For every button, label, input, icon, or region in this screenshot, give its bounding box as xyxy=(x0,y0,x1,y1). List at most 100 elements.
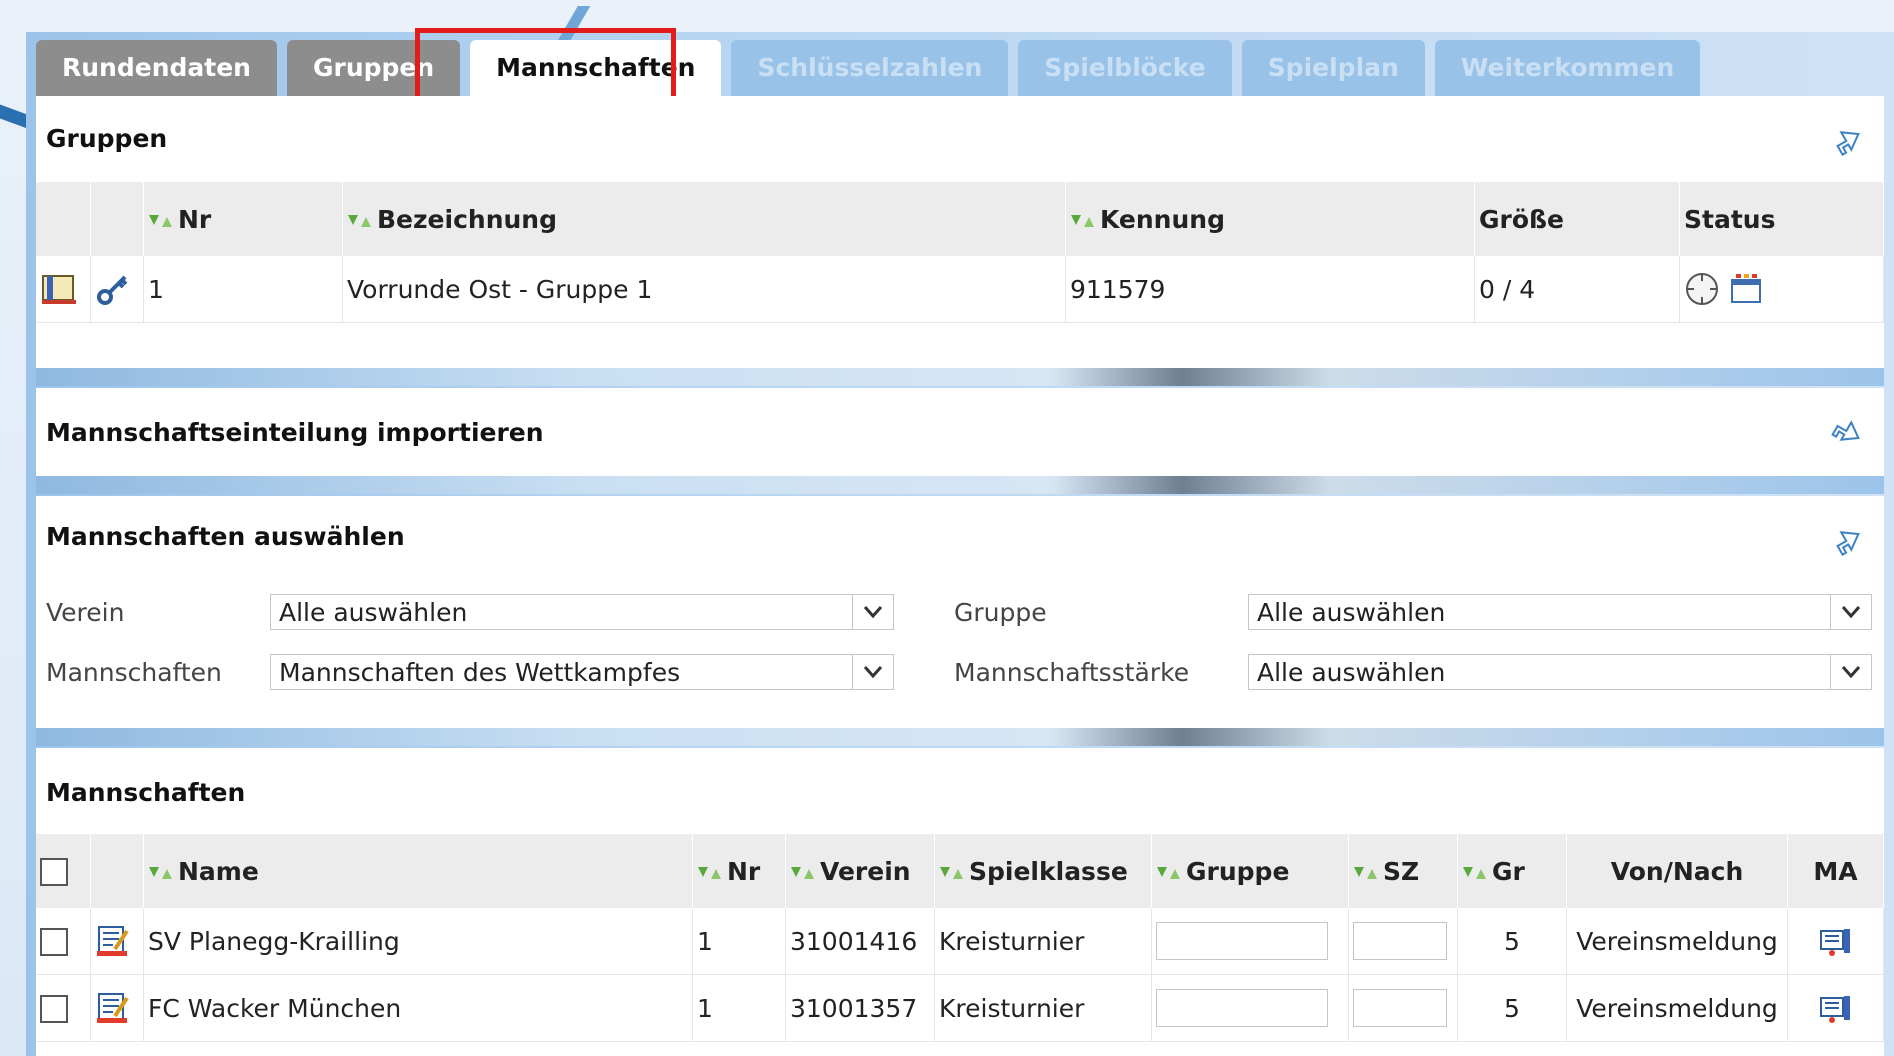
header-kennung[interactable]: Kennung xyxy=(1100,205,1225,234)
mannschaftsstaerke-select-value: Alle auswählen xyxy=(1257,658,1446,687)
header-ma: MA xyxy=(1787,834,1884,908)
mannschaften-header-row: Name Nr Verein Spielklasse Gruppe SZ Gr … xyxy=(36,834,1884,908)
header-name[interactable]: Name xyxy=(178,857,259,886)
sz-input[interactable] xyxy=(1353,989,1447,1027)
header-groesse: Größe xyxy=(1474,182,1680,256)
panel-divider xyxy=(36,728,1884,746)
calendar-icon[interactable] xyxy=(1728,271,1764,307)
tab-schluesselzahlen: Schlüsselzahlen xyxy=(731,40,1009,96)
mannschaften-panel: Mannschaften Name Nr Verein Spielklasse … xyxy=(36,748,1884,1056)
sort-arrows-icon[interactable] xyxy=(347,213,375,229)
tab-weiterkommen: Weiterkommen xyxy=(1434,40,1701,96)
mannschaft-name: FC Wacker München xyxy=(143,974,693,1042)
mannschaften-panel-title: Mannschaften xyxy=(46,778,246,807)
chevron-down-icon[interactable] xyxy=(852,654,893,690)
sort-arrows-icon[interactable] xyxy=(790,865,818,881)
mannschaftsstaerke-select[interactable]: Alle auswählen xyxy=(1248,654,1872,690)
select-all-checkbox[interactable] xyxy=(40,858,68,886)
header-nr[interactable]: Nr xyxy=(727,857,760,886)
mannschaft-gr: 5 xyxy=(1457,908,1567,975)
team-edit-icon[interactable] xyxy=(95,990,131,1026)
gruppen-panel-title: Gruppen xyxy=(46,124,168,153)
sort-arrows-icon[interactable] xyxy=(697,865,725,881)
mannschaft-von-nach: Vereinsmeldung xyxy=(1566,908,1788,975)
verein-label: Verein xyxy=(46,598,125,627)
sort-arrows-icon[interactable] xyxy=(148,213,176,229)
tab-gruppen[interactable]: Gruppen xyxy=(286,40,461,96)
table-row: FC Wacker München 1 31001357 Kreisturnie… xyxy=(36,974,1884,1042)
mannschaften-label: Mannschaften xyxy=(46,658,222,687)
tab-mannschaften[interactable]: Mannschaften xyxy=(470,40,722,96)
chevron-down-icon[interactable] xyxy=(1830,594,1871,630)
auswahl-panel: Mannschaften auswählen Verein Alle auswä… xyxy=(36,496,1884,728)
header-bezeichnung[interactable]: Bezeichnung xyxy=(377,205,557,234)
panel-divider xyxy=(36,476,1884,494)
gruppe-input[interactable] xyxy=(1156,922,1328,960)
tab-spielplan: Spielplan xyxy=(1241,40,1425,96)
key-icon[interactable] xyxy=(95,271,131,307)
header-von-nach: Von/Nach xyxy=(1566,834,1788,908)
header-spielklasse[interactable]: Spielklasse xyxy=(969,857,1128,886)
gruppe-label: Gruppe xyxy=(954,598,1047,627)
panel-divider xyxy=(36,368,1884,386)
mannschaft-spielklasse: Kreisturnier xyxy=(934,974,1152,1042)
gruppe-groesse: 0 / 4 xyxy=(1474,256,1680,323)
gruppen-table: Nr Bezeichnung Kennung Größe Status 1 Vo… xyxy=(36,182,1884,323)
mannschaft-spielklasse: Kreisturnier xyxy=(934,908,1152,975)
gruppe-bezeichnung: Vorrunde Ost - Gruppe 1 xyxy=(342,256,1066,323)
collapse-up-icon[interactable] xyxy=(1830,122,1866,158)
sort-arrows-icon[interactable] xyxy=(939,865,967,881)
mannschaft-name: SV Planegg-Krailling xyxy=(143,908,693,975)
mannschaft-gr: 5 xyxy=(1457,974,1567,1042)
chevron-down-icon[interactable] xyxy=(1830,654,1871,690)
header-verein[interactable]: Verein xyxy=(820,857,911,886)
mannschaft-verein: 31001357 xyxy=(785,974,935,1042)
gruppen-panel: Gruppen Nr Bezeichnung Kennung Größe Sta… xyxy=(36,96,1884,368)
gruppe-input[interactable] xyxy=(1156,989,1328,1027)
collapse-up-icon[interactable] xyxy=(1830,522,1866,558)
mannschaft-nr: 1 xyxy=(692,908,786,975)
gruppe-select-value: Alle auswählen xyxy=(1257,598,1446,627)
mannschaft-verein: 31001416 xyxy=(785,908,935,975)
mannschaftsstaerke-label: Mannschaftsstärke xyxy=(954,658,1190,687)
target-icon[interactable] xyxy=(1684,271,1720,307)
team-members-icon[interactable] xyxy=(1818,990,1854,1026)
gruppe-select[interactable]: Alle auswählen xyxy=(1248,594,1872,630)
mannschaften-select-value: Mannschaften des Wettkampfes xyxy=(279,658,681,687)
table-row: SV Planegg-Krailling 1 31001416 Kreistur… xyxy=(36,908,1884,975)
tab-spielbloecke: Spielblöcke xyxy=(1018,40,1232,96)
team-members-icon[interactable] xyxy=(1818,923,1854,959)
verein-select-value: Alle auswählen xyxy=(279,598,468,627)
mannschaft-nr: 1 xyxy=(692,974,786,1042)
expand-down-icon[interactable] xyxy=(1830,414,1866,450)
gruppe-nr: 1 xyxy=(143,256,343,323)
sort-arrows-icon[interactable] xyxy=(1353,865,1381,881)
sort-arrows-icon[interactable] xyxy=(1462,865,1490,881)
verein-select[interactable]: Alle auswählen xyxy=(270,594,894,630)
header-gruppe[interactable]: Gruppe xyxy=(1186,857,1289,886)
header-status: Status xyxy=(1679,182,1884,256)
book-icon[interactable] xyxy=(40,271,78,307)
chevron-down-icon[interactable] xyxy=(852,594,893,630)
header-nr[interactable]: Nr xyxy=(178,205,211,234)
row-checkbox[interactable] xyxy=(40,928,68,956)
mannschaften-table: Name Nr Verein Spielklasse Gruppe SZ Gr … xyxy=(36,834,1884,1042)
sz-input[interactable] xyxy=(1353,922,1447,960)
tab-bar: Rundendaten Gruppen Mannschaften Schlüss… xyxy=(36,40,1701,96)
row-checkbox[interactable] xyxy=(40,995,68,1023)
header-sz[interactable]: SZ xyxy=(1383,857,1419,886)
team-edit-icon[interactable] xyxy=(95,923,131,959)
sort-arrows-icon[interactable] xyxy=(1070,213,1098,229)
gruppe-kennung: 911579 xyxy=(1065,256,1475,323)
mannschaften-select[interactable]: Mannschaften des Wettkampfes xyxy=(270,654,894,690)
sort-arrows-icon[interactable] xyxy=(1156,865,1184,881)
mannschaft-von-nach: Vereinsmeldung xyxy=(1566,974,1788,1042)
table-row: 1 Vorrunde Ost - Gruppe 1 911579 0 / 4 xyxy=(36,256,1884,323)
header-gr[interactable]: Gr xyxy=(1492,857,1525,886)
sort-arrows-icon[interactable] xyxy=(148,865,176,881)
gruppen-header-row: Nr Bezeichnung Kennung Größe Status xyxy=(36,182,1884,256)
import-panel: Mannschaftseinteilung importieren xyxy=(36,388,1884,476)
import-panel-title[interactable]: Mannschaftseinteilung importieren xyxy=(46,418,544,447)
auswahl-panel-title: Mannschaften auswählen xyxy=(46,522,405,551)
tab-rundendaten[interactable]: Rundendaten xyxy=(36,40,277,96)
